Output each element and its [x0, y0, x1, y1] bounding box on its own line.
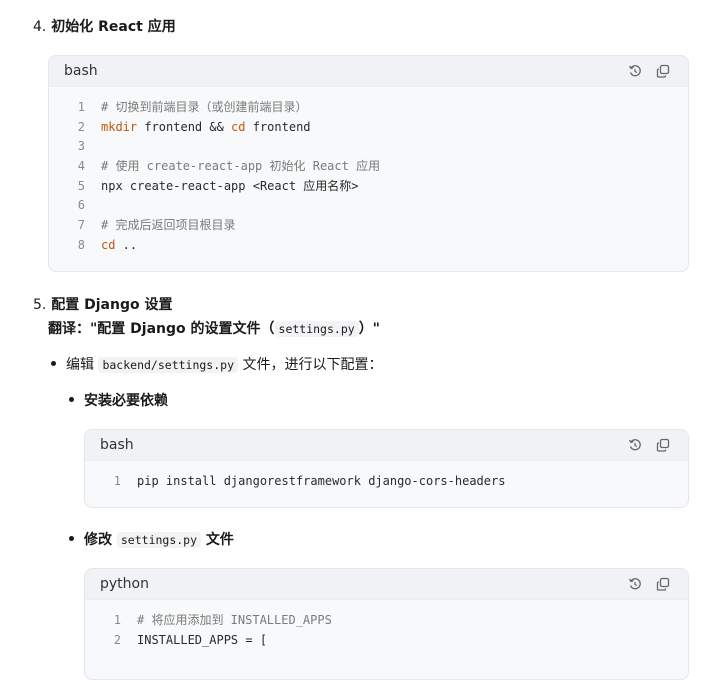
- code-block-settings-py: python 1 # 将应用添加到 INSTALLED_APPS 2 INSTALLE…: [84, 568, 689, 680]
- rerun-icon[interactable]: [628, 64, 642, 78]
- code-keyword: cd: [101, 237, 116, 252]
- section-title: 初始化 React 应用: [51, 19, 176, 35]
- code-block-pip-install: bash 1 pip install djangorestframework dj…: [84, 429, 689, 508]
- code-line: 4 # 使用 create-react-app 初始化 React 应用: [49, 156, 688, 176]
- bullet-dot: [69, 536, 74, 541]
- code-text: frontend &&: [137, 119, 232, 134]
- code-language-label: python: [100, 576, 149, 592]
- code-text: INSTALLED_APPS = [: [137, 632, 268, 647]
- line-number: 5: [77, 178, 85, 193]
- rerun-icon[interactable]: [628, 577, 642, 591]
- code-block-header: bash: [85, 430, 688, 461]
- code-text: ..: [115, 237, 138, 252]
- code-line: 7 # 完成后返回项目根目录: [49, 215, 688, 235]
- section-4-heading: 4. 初始化 React 应用: [33, 16, 176, 36]
- code-line: 1 pip install djangorestframework django-…: [85, 471, 688, 491]
- bullet-dot: [51, 361, 56, 366]
- translation-suffix: ）": [358, 321, 380, 337]
- sub-bullet-suffix: 文件: [205, 532, 234, 548]
- code-comment: # 使用 create-react-app 初始化 React 应用: [101, 159, 381, 174]
- code-body: 1 # 切换到前端目录（或创建前端目录） 2 mkdir frontend && cd…: [49, 87, 688, 261]
- copy-icon[interactable]: [656, 438, 670, 452]
- section-5-heading: 5. 配置 Django 设置: [33, 294, 172, 314]
- line-number: 2: [113, 632, 121, 647]
- sub-bullet-prefix: 修改: [84, 532, 112, 548]
- code-line: 2 INSTALLED_APPS = [: [85, 630, 688, 650]
- code-language-label: bash: [100, 437, 134, 453]
- copy-icon[interactable]: [656, 64, 670, 78]
- code-block-react-init: bash 1 # 切换到前端目录（或创建前端目录） 2 mkdir frontend …: [48, 55, 689, 272]
- section-number: 5.: [33, 297, 47, 313]
- line-number: 8: [77, 237, 85, 252]
- inline-code: settings.py: [274, 321, 359, 337]
- code-comment: # 切换到前端目录（或创建前端目录）: [101, 100, 308, 115]
- code-comment: # 完成后返回项目根目录: [101, 218, 236, 233]
- line-number: 4: [77, 158, 85, 173]
- line-number: 1: [77, 99, 85, 114]
- bullet-suffix: 文件，进行以下配置：: [242, 357, 383, 373]
- code-block-header: python: [85, 569, 688, 600]
- code-line: 1 # 切换到前端目录（或创建前端目录）: [49, 97, 688, 117]
- bullet-prefix: 编辑: [66, 357, 94, 373]
- code-comment: # 将应用添加到 INSTALLED_APPS: [137, 613, 332, 628]
- copy-icon[interactable]: [656, 577, 670, 591]
- section-number: 4.: [33, 19, 47, 35]
- translation-line: 翻译："配置 Django 的设置文件（ settings.py ）": [48, 318, 380, 338]
- bullet-item-edit-settings: 编辑 backend/settings.py 文件，进行以下配置：: [66, 354, 382, 374]
- section-title: 配置 Django 设置: [51, 297, 173, 313]
- code-line: 6: [49, 195, 688, 215]
- rerun-icon[interactable]: [628, 438, 642, 452]
- bullet-dot: [69, 397, 74, 402]
- sub-bullet-install-deps: 安装必要依赖: [84, 393, 168, 409]
- code-keyword: mkdir: [101, 119, 138, 134]
- code-line: 1 # 将应用添加到 INSTALLED_APPS: [85, 610, 688, 630]
- code-body: 1 pip install djangorestframework django-…: [85, 461, 688, 497]
- code-line: 3: [49, 136, 688, 156]
- code-block-header: bash: [49, 56, 688, 87]
- line-number: 3: [77, 139, 85, 154]
- code-text: npx create-react-app <React 应用名称>: [101, 179, 359, 194]
- code-keyword: cd: [231, 119, 246, 134]
- code-line: 8 cd ..: [49, 235, 688, 255]
- line-number: 2: [77, 119, 85, 134]
- code-text: frontend: [245, 119, 311, 134]
- line-number: 6: [77, 198, 85, 213]
- line-number: 1: [113, 612, 121, 627]
- code-body: 1 # 将应用添加到 INSTALLED_APPS 2 INSTALLED_APPS …: [85, 600, 688, 655]
- line-number: 1: [113, 473, 121, 488]
- line-number: 7: [77, 217, 85, 232]
- code-text: pip install djangorestframework django-c…: [137, 473, 506, 488]
- code-line: 5 npx create-react-app <React 应用名称>: [49, 176, 688, 196]
- code-line: 2 mkdir frontend && cd frontend: [49, 117, 688, 137]
- code-language-label: bash: [64, 63, 98, 79]
- sub-bullet-edit-settings: 修改 settings.py 文件: [84, 529, 234, 549]
- translation-prefix: 翻译："配置 Django 的设置文件（: [48, 321, 275, 337]
- inline-code: backend/settings.py: [98, 357, 239, 373]
- inline-code: settings.py: [116, 532, 202, 548]
